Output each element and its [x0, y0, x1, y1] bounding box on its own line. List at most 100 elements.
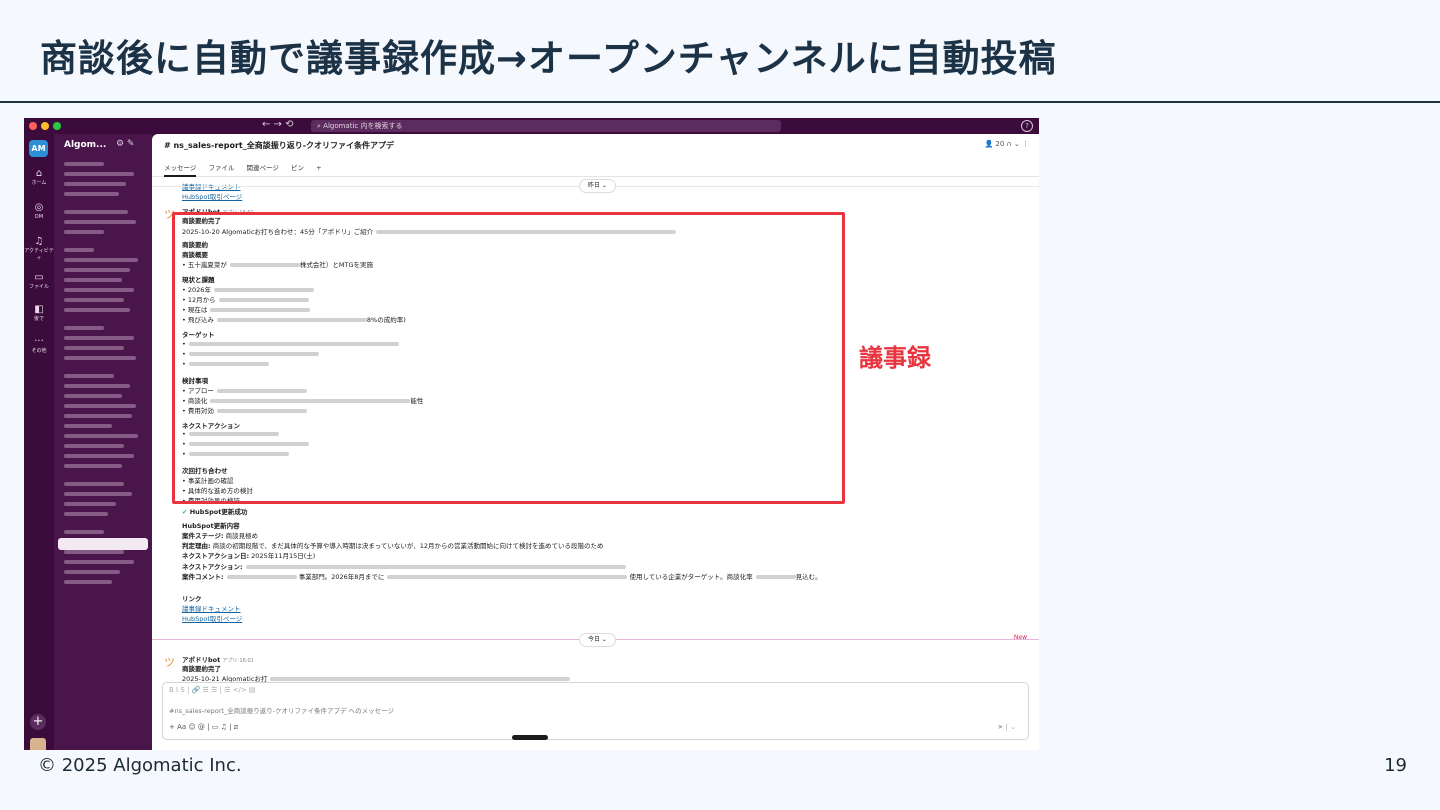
- search-input[interactable]: ⌕ Algomatic 内を検索する: [311, 120, 781, 132]
- copyright: © 2025 Algomatic Inc.: [38, 755, 242, 776]
- sidebar-channel-item[interactable]: [64, 502, 116, 506]
- minimize-window-icon[interactable]: [41, 122, 49, 130]
- next-action-date: ネクストアクション日: 2025年11月15日(土): [182, 552, 316, 560]
- sidebar-channel-item[interactable]: [64, 570, 120, 574]
- tab-messages[interactable]: メッセージ: [164, 164, 197, 177]
- member-count: 20: [995, 140, 1005, 148]
- sidebar-channel-item[interactable]: [64, 336, 134, 340]
- sidebar-channel-item[interactable]: [64, 210, 128, 214]
- new-label: New: [1013, 634, 1027, 641]
- add-icon[interactable]: +: [30, 714, 46, 730]
- link-hubspot[interactable]: HubSpot取引ページ: [182, 613, 242, 623]
- tab-related-pages[interactable]: 関連ページ: [247, 164, 279, 172]
- help-icon[interactable]: ?: [1021, 120, 1033, 132]
- next-action: ネクストアクション:: [182, 561, 626, 571]
- prev-link-hubspot[interactable]: HubSpot取引ページ: [182, 191, 242, 201]
- sidebar-channel-item[interactable]: [64, 172, 134, 176]
- sidebar-channel-item[interactable]: [64, 464, 122, 468]
- sidebar-channel-item[interactable]: [64, 454, 134, 458]
- rail-files[interactable]: ▭ ファイル: [24, 272, 54, 291]
- channel-name[interactable]: # ns_sales-report_全商談振り返り-クオリファイ条件アプデ: [164, 140, 394, 151]
- sidebar-channel-item[interactable]: [64, 482, 124, 486]
- rail-more[interactable]: ··· その他: [24, 336, 54, 355]
- link-minutes[interactable]: 議事録ドキュメント: [182, 603, 241, 613]
- channel-header: # ns_sales-report_全商談振り返り-クオリファイ条件アプデ 👤 …: [152, 134, 1039, 177]
- sidebar-channel-item[interactable]: [64, 580, 112, 584]
- workspace-rail: AM ⌂ ホーム ◎ DM ♫ アクティビティ ▭ ファイル ◧ 後で ··· その他 +: [24, 134, 54, 750]
- window-topbar: ← → ⟲ ⌕ Algomatic 内を検索する ?: [24, 118, 1039, 134]
- day-pill-today[interactable]: 今日 ⌄: [579, 633, 616, 647]
- rail-later[interactable]: ◧ 後で: [24, 304, 54, 323]
- resize-handle[interactable]: [512, 735, 548, 740]
- day-pill-yesterday[interactable]: 昨日 ⌄: [579, 179, 616, 193]
- tab-add[interactable]: +: [316, 164, 321, 172]
- dm-icon: ◎: [34, 202, 44, 213]
- title-divider: [0, 101, 1440, 103]
- sidebar-channel-item[interactable]: [64, 220, 136, 224]
- sidebar-channel-item[interactable]: [64, 434, 138, 438]
- sidebar-channel-item[interactable]: [64, 404, 136, 408]
- reason: 判定理由: 商談の初期段階で、まだ具体的な予算や導入時期は決まっていないが、12…: [182, 542, 604, 550]
- sidebar-channel-item[interactable]: [64, 268, 130, 272]
- sidebar-channel-item[interactable]: [64, 298, 124, 302]
- sidebar-channel-item[interactable]: [64, 560, 134, 564]
- sidebar-selected-channel[interactable]: [58, 538, 148, 550]
- history-nav-icons[interactable]: ← → ⟲: [262, 119, 294, 130]
- deal-stage: 案件ステージ: 商談見極め: [182, 532, 259, 540]
- rail-dm[interactable]: ◎ DM: [24, 202, 54, 221]
- sidebar-channel-item[interactable]: [64, 258, 138, 262]
- sidebar-channel-item[interactable]: [64, 384, 130, 388]
- check-icon: ✔: [182, 508, 190, 516]
- sidebar-channel-item[interactable]: [64, 192, 119, 196]
- composer-tools[interactable]: + Aa ☺ @ | ▭ ♫ | ⧄: [169, 723, 238, 732]
- members-icon: 👤: [984, 140, 996, 148]
- bell-icon: ♫: [34, 236, 44, 247]
- sidebar-channel-item[interactable]: [64, 530, 104, 534]
- sidebar-channel-item[interactable]: [64, 162, 104, 166]
- sidebar-channel-item[interactable]: [64, 374, 114, 378]
- workspace-name[interactable]: Algom...: [64, 140, 106, 150]
- page-number: 19: [1384, 755, 1407, 776]
- sidebar-channel-item[interactable]: [64, 414, 132, 418]
- sidebar-channel-item[interactable]: [64, 394, 122, 398]
- tab-files[interactable]: ファイル: [208, 164, 234, 172]
- tab-pins[interactable]: ピン: [291, 164, 304, 172]
- maximize-window-icon[interactable]: [53, 122, 61, 130]
- close-window-icon[interactable]: [29, 122, 37, 130]
- sidebar-channel-item[interactable]: [64, 182, 126, 186]
- channel-sidebar: Algom... ⚙ ✎: [54, 134, 152, 750]
- sidebar-settings-icons[interactable]: ⚙ ✎: [116, 139, 134, 149]
- links-heading: リンク: [182, 595, 202, 603]
- sidebar-channel-item[interactable]: [64, 550, 124, 554]
- send-button[interactable]: ➤ | ⌄: [997, 723, 1016, 731]
- bot-avatar[interactable]: ツ: [164, 656, 177, 669]
- sidebar-channel-item[interactable]: [64, 492, 132, 496]
- message-composer[interactable]: B I S | 🔗 ☰ ☰ | ☰ </> ▤ #ns_sales-report…: [162, 682, 1029, 740]
- sidebar-channel-item[interactable]: [64, 248, 94, 252]
- sidebar-channel-item[interactable]: [64, 230, 104, 234]
- message-input[interactable]: #ns_sales-report_全商談振り返り-クオリファイ条件アプデ へのメ…: [169, 705, 394, 715]
- sidebar-channel-item[interactable]: [64, 512, 108, 516]
- rail-home[interactable]: ⌂ ホーム: [24, 168, 54, 187]
- user-avatar[interactable]: [30, 738, 46, 750]
- sidebar-channel-item[interactable]: [64, 326, 104, 330]
- summary-done: 商談要約完了: [182, 665, 221, 673]
- sidebar-channel-item[interactable]: [64, 356, 136, 360]
- bookmark-icon: ◧: [34, 304, 44, 315]
- sidebar-channel-item[interactable]: [64, 424, 112, 428]
- search-placeholder: Algomatic 内を検索する: [323, 122, 403, 130]
- hubspot-content-heading: HubSpot更新内容: [182, 522, 240, 530]
- formatting-toolbar[interactable]: B I S | 🔗 ☰ ☰ | ☰ </> ▤: [169, 686, 256, 694]
- sidebar-channel-item[interactable]: [64, 444, 124, 448]
- files-icon: ▭: [34, 272, 44, 283]
- slide-title: 商談後に自動で議事録作成→オープンチャンネルに自動投稿: [40, 37, 1057, 80]
- huddle-icon: ∩ ⌄ ⋮: [1004, 140, 1029, 148]
- sidebar-channel-item[interactable]: [64, 288, 134, 292]
- sidebar-channel-item[interactable]: [64, 346, 124, 350]
- channel-header-actions[interactable]: 👤 20 ∩ ⌄ ⋮: [984, 140, 1029, 148]
- rail-activity[interactable]: ♫ アクティビティ: [24, 236, 54, 262]
- deal-comment: 案件コメント: 事業部門。2026年8月までに 使用している企業がターゲット。商…: [182, 573, 822, 581]
- sidebar-channel-item[interactable]: [64, 278, 122, 282]
- sidebar-channel-item[interactable]: [64, 308, 130, 312]
- workspace-icon[interactable]: AM: [29, 140, 48, 157]
